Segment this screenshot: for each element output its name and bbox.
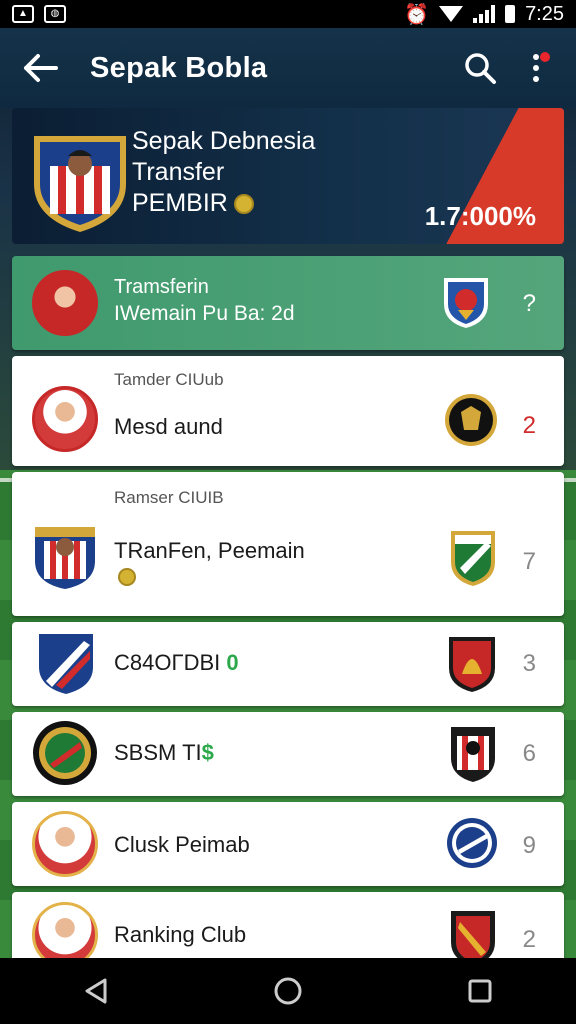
more-options-button[interactable]	[508, 40, 564, 96]
app-title: Sepak Bobla	[90, 51, 268, 84]
row-symbol: $	[201, 740, 214, 765]
system-navigation-bar	[0, 958, 576, 1024]
signal-icon	[473, 5, 496, 23]
row-title: Tramsferin	[114, 276, 209, 298]
list-item[interactable]: SBSM TI$ 6	[12, 712, 564, 796]
list-item[interactable]: Ramser CIUIB TRanFen, Peemain 7	[12, 472, 564, 616]
player-avatar	[32, 386, 98, 452]
player-avatar	[32, 811, 98, 877]
club-crest-icon	[440, 274, 492, 330]
more-vert-icon	[533, 54, 539, 82]
club-crest-icon	[448, 724, 498, 784]
status-bar: ▲ ◍ ⏰ 7:25	[0, 0, 576, 28]
club-shield-avatar	[35, 527, 95, 589]
transfer-hero-banner[interactable]: Sepak Debnesia Transfer PEMBIR 1.7:000%	[12, 108, 564, 244]
square-recents-icon	[468, 979, 492, 1003]
row-number: 3	[522, 650, 536, 677]
wifi-icon	[439, 6, 464, 22]
hero-value: 1.7:000%	[424, 201, 536, 231]
status-time: 7:25	[525, 2, 564, 25]
club-crest-icon	[446, 816, 498, 870]
hero-title: Sepak Debnesia Transfer PEMBIR	[132, 126, 315, 219]
hero-title-line3: PEMBIR	[132, 188, 315, 219]
coin-icon	[118, 568, 136, 586]
list-item[interactable]: Tramsferin IWemain Pu Ba: 2d ?	[12, 256, 564, 350]
row-number: 7	[522, 548, 536, 575]
row-title: TRanFen, Peemain	[114, 538, 305, 563]
row-title: SBSM TI$	[114, 740, 214, 766]
nav-home-button[interactable]	[248, 961, 328, 1021]
notification-dot	[540, 52, 550, 62]
list-item[interactable]: Tamder CIUub Mesd aund 2	[12, 356, 564, 466]
row-title-text: C84OΓDBI	[114, 650, 221, 675]
battery-icon	[505, 5, 516, 23]
row-title: Clusk Peimab	[114, 832, 250, 857]
back-button[interactable]	[10, 38, 70, 98]
image-notification-icon: ▲	[12, 5, 34, 23]
nav-recents-button[interactable]	[440, 961, 520, 1021]
row-number: ?	[522, 290, 536, 317]
club-shield-avatar	[39, 634, 93, 694]
row-subtitle: Ramser CIUIB	[114, 488, 224, 507]
search-button[interactable]	[452, 40, 508, 96]
row-title: C84OΓDBI 0	[114, 650, 239, 676]
triangle-back-icon	[85, 978, 107, 1004]
row-number: 2	[522, 926, 536, 953]
club-crest-icon	[448, 528, 498, 588]
alarm-icon: ⏰	[404, 3, 430, 26]
circle-home-icon	[274, 977, 302, 1005]
hero-title-line3-text: PEMBIR	[132, 189, 228, 217]
nav-back-button[interactable]	[56, 961, 136, 1021]
list-item[interactable]: Clusk Peimab 9	[12, 802, 564, 886]
player-avatar	[32, 270, 98, 336]
row-number: 9	[522, 832, 536, 859]
row-title: Ranking Club	[114, 922, 247, 947]
club-crest-icon	[444, 392, 498, 448]
club-round-avatar	[33, 721, 97, 785]
team-crest-icon	[34, 136, 126, 232]
app-notification-icon: ◍	[44, 5, 66, 23]
arrow-left-icon	[24, 54, 58, 82]
row-number: 2	[522, 412, 536, 439]
coin-icon	[233, 194, 254, 215]
hero-title-line2: Transfer	[132, 158, 225, 186]
row-symbol: 0	[226, 650, 239, 675]
row-number: 6	[522, 740, 536, 767]
row-subtitle: IWemain Pu Ba: 2d	[114, 302, 295, 325]
list-item[interactable]: C84OΓDBI 0 3	[12, 622, 564, 706]
club-crest-icon	[446, 634, 498, 694]
row-subtitle: Tamder CIUub	[114, 370, 224, 389]
row-title: Mesd aund	[114, 414, 223, 439]
row-title-text: SBSM TI	[114, 740, 202, 765]
hero-title-line1: Sepak Debnesia	[132, 127, 316, 155]
app-bar: Sepak Bobla	[0, 28, 576, 108]
search-icon	[465, 53, 496, 84]
